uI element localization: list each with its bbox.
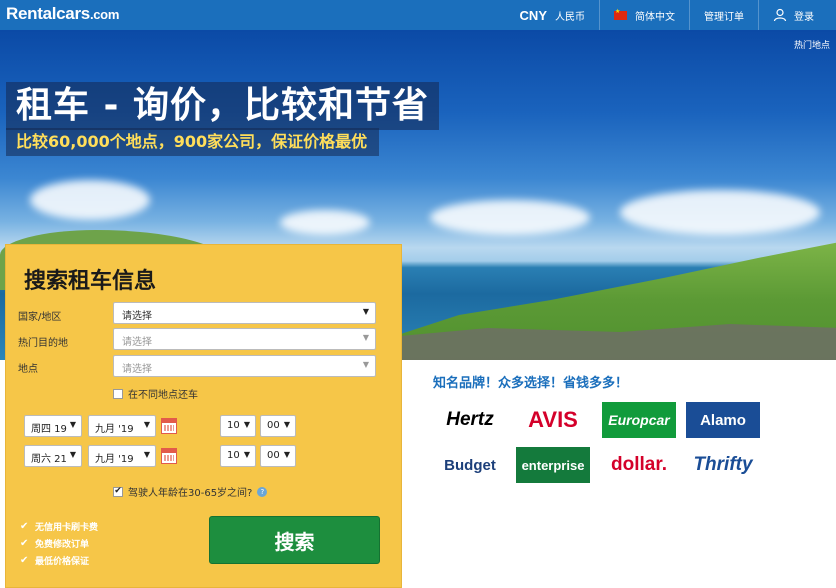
brand-name: dollar. xyxy=(611,454,667,475)
cloud-decoration xyxy=(430,200,590,235)
currency-code: CNY xyxy=(519,7,547,23)
search-button[interactable]: 搜索 xyxy=(209,516,380,564)
language-label: 简体中文 xyxy=(635,11,675,23)
pickup-calendar-icon[interactable] xyxy=(161,418,177,434)
cloud-decoration xyxy=(280,210,370,235)
pickup-month-value: 九月 '19 xyxy=(95,424,134,435)
dropoff-minute-value: 00 xyxy=(267,450,280,461)
brand-logo-alamo[interactable]: Alamo xyxy=(686,402,760,438)
brand-logo-hertz[interactable]: Hertz xyxy=(433,402,507,438)
cloud-decoration xyxy=(30,180,150,220)
pickup-hour-select[interactable]: 10 ▼ xyxy=(220,415,256,437)
dropoff-day-select[interactable]: 周六 21 ▼ xyxy=(24,445,82,467)
benefit-item: ✔ 最低价格保证 xyxy=(20,552,98,569)
destination-label: 热门目的地 xyxy=(18,338,68,349)
different-return-label: 在不同地点还车 xyxy=(128,390,198,401)
currency-name: 人民币 xyxy=(555,11,585,23)
dropdown-arrow-icon: ▼ xyxy=(243,420,250,429)
login-link[interactable]: 登录 xyxy=(758,0,836,30)
hero-subtitle: 比较60,000个地点，900家公司，保证价格最优 xyxy=(6,128,380,156)
brand-name: Hertz xyxy=(446,409,494,430)
check-icon: ✔ xyxy=(20,521,29,532)
dropoff-month-select[interactable]: 九月 '19 ▼ xyxy=(88,445,156,467)
manage-booking-link[interactable]: 管理订单 xyxy=(689,0,758,30)
dropoff-hour-select[interactable]: 10 ▼ xyxy=(220,445,256,467)
info-icon[interactable]: ? xyxy=(257,486,268,497)
benefit-label: 免费修改订单 xyxy=(35,540,90,550)
brand-name: Europcar xyxy=(608,412,670,428)
dropoff-hour-value: 10 xyxy=(227,450,240,461)
header-nav: CNY 人民币 简体中文 管理订单 登录 xyxy=(506,0,836,30)
check-icon: ✔ xyxy=(20,538,29,549)
location-value: 请选择 xyxy=(122,364,152,375)
country-label: 国家/地区 xyxy=(18,312,62,323)
different-return-checkbox[interactable]: 在不同地点还车 xyxy=(113,386,198,401)
dropdown-arrow-icon: ▼ xyxy=(69,450,76,459)
pickup-day-value: 周四 19 xyxy=(31,424,67,435)
language-selector[interactable]: 简体中文 xyxy=(599,0,689,30)
check-icon: ✔ xyxy=(20,555,29,566)
china-flag-icon xyxy=(614,8,627,20)
rentalcars-logo[interactable]: Rentalcars.com xyxy=(6,4,119,24)
location-label: 地点 xyxy=(18,364,38,375)
dropoff-month-value: 九月 '19 xyxy=(95,454,134,465)
brand-name: Alamo xyxy=(700,411,746,429)
brand-logo-europcar[interactable]: Europcar xyxy=(602,402,676,438)
brand-logo-avis[interactable]: AVIS xyxy=(516,402,590,438)
dropdown-arrow-icon: ▼ xyxy=(143,420,150,429)
dropdown-arrow-icon: ▼ xyxy=(283,450,290,459)
destination-select[interactable]: 请选择 ▼ xyxy=(113,328,376,350)
search-panel-title: 搜索租车信息 xyxy=(24,269,157,294)
benefit-label: 无信用卡刷卡费 xyxy=(35,523,99,533)
pickup-minute-select[interactable]: 00 ▼ xyxy=(260,415,296,437)
user-icon xyxy=(773,8,787,22)
dropdown-arrow-icon: ▼ xyxy=(362,333,369,342)
driver-age-label: 驾驶人年龄在30-65岁之间? xyxy=(128,488,253,499)
top-header: Rentalcars.com CNY 人民币 简体中文 管理订单 登录 xyxy=(0,0,836,30)
hero-title: 租车 - 询价，比较和节省 xyxy=(6,82,440,130)
pickup-minute-value: 00 xyxy=(267,420,280,431)
checkbox-box[interactable] xyxy=(113,388,123,399)
brand-name: Thrifty xyxy=(693,454,753,475)
dropdown-arrow-icon: ▼ xyxy=(243,450,250,459)
country-select[interactable]: 请选择 ▼ xyxy=(113,302,376,324)
dropoff-minute-select[interactable]: 00 ▼ xyxy=(260,445,296,467)
logo-text: Rentalcars xyxy=(6,4,90,23)
brand-logo-enterprise[interactable]: enterprise xyxy=(516,447,590,483)
benefit-label: 最低价格保证 xyxy=(35,557,90,567)
destination-value: 请选择 xyxy=(122,337,152,348)
pickup-hour-value: 10 xyxy=(227,420,240,431)
dropdown-arrow-icon: ▼ xyxy=(362,360,369,369)
benefits-list: ✔ 无信用卡刷卡费 ✔ 免费修改订单 ✔ 最低价格保证 xyxy=(20,518,98,569)
popular-destinations-link[interactable]: 热门地点 xyxy=(794,38,830,51)
currency-selector[interactable]: CNY 人民币 xyxy=(506,0,599,30)
brand-name: AVIS xyxy=(528,407,578,432)
benefit-item: ✔ 免费修改订单 xyxy=(20,535,98,552)
dropoff-day-value: 周六 21 xyxy=(31,454,67,465)
dropdown-arrow-icon: ▼ xyxy=(283,420,290,429)
brand-logo-thrifty[interactable]: Thrifty xyxy=(686,447,760,483)
pickup-day-select[interactable]: 周四 19 ▼ xyxy=(24,415,82,437)
brand-name: enterprise xyxy=(521,457,585,473)
checkbox-box-checked[interactable]: ✔ xyxy=(113,486,123,497)
cloud-decoration xyxy=(620,190,820,235)
location-select[interactable]: 请选择 ▼ xyxy=(113,355,376,377)
pickup-month-select[interactable]: 九月 '19 ▼ xyxy=(88,415,156,437)
brand-logo-dollar[interactable]: dollar. xyxy=(602,447,676,483)
dropdown-arrow-icon: ▼ xyxy=(362,307,369,316)
dropdown-arrow-icon: ▼ xyxy=(143,450,150,459)
brand-name: Budget xyxy=(444,456,496,474)
brands-title: 知名品牌！众多选择！省钱多多！ xyxy=(433,376,629,391)
manage-booking-label: 管理订单 xyxy=(704,11,744,23)
dropdown-arrow-icon: ▼ xyxy=(69,420,76,429)
driver-age-checkbox[interactable]: ✔ 驾驶人年龄在30-65岁之间? ? xyxy=(113,484,268,499)
login-label: 登录 xyxy=(794,11,814,23)
dropoff-calendar-icon[interactable] xyxy=(161,448,177,464)
country-value: 请选择 xyxy=(122,311,152,322)
brand-logo-budget[interactable]: Budget xyxy=(433,447,507,483)
logo-suffix: .com xyxy=(89,7,120,22)
benefit-item: ✔ 无信用卡刷卡费 xyxy=(20,518,98,535)
